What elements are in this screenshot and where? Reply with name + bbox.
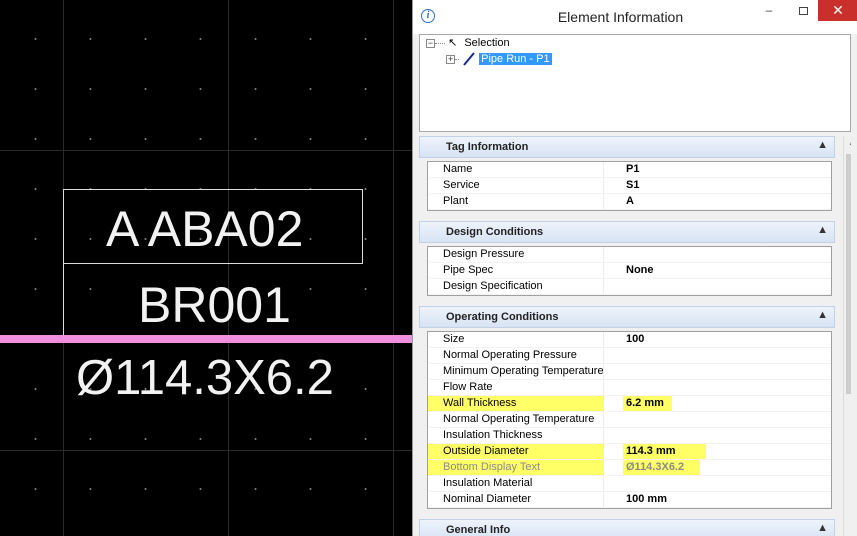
property-name: Wall Thickness — [428, 396, 604, 411]
section-header-general-info[interactable]: General Info ▲ — [419, 519, 835, 536]
property-row[interactable]: Size 100 — [428, 332, 831, 348]
property-row[interactable]: Pipe Spec None — [428, 263, 831, 279]
close-button[interactable]: ✕ — [818, 0, 857, 21]
property-value[interactable] — [623, 380, 626, 395]
property-name: Plant — [428, 194, 604, 209]
tag-information-grid: Name P1 Service S1 Plant A — [427, 161, 832, 211]
section-title: General Info — [446, 524, 511, 536]
cad-viewport[interactable]: A ABA02 BR001 Ø114.3X6.2 — [0, 0, 412, 536]
property-value[interactable] — [623, 279, 626, 294]
property-row[interactable]: Normal Operating Pressure — [428, 348, 831, 364]
property-row[interactable]: Flow Rate — [428, 380, 831, 396]
minimize-icon: – — [765, 3, 773, 17]
property-name: Name — [428, 162, 604, 177]
property-value[interactable] — [623, 476, 626, 491]
section-title: Design Conditions — [446, 226, 544, 238]
tree-node-pipe-run[interactable]: + Pipe Run - P1 — [446, 52, 552, 67]
maximize-icon — [798, 6, 808, 15]
property-row-highlighted[interactable]: Outside Diameter 114.3 mm — [428, 444, 831, 460]
title-bar: i Element Information – ✕ — [413, 0, 857, 34]
design-conditions-grid: Design Pressure Pipe Spec None Design Spe… — [427, 246, 832, 296]
property-value[interactable]: P1 — [623, 162, 639, 177]
property-name: Design Pressure — [428, 247, 604, 262]
property-row-highlighted[interactable]: Wall Thickness 6.2 mm — [428, 396, 831, 412]
section-header-tag-information[interactable]: Tag Information ▲ — [419, 136, 835, 158]
property-name: Design Specification — [428, 279, 604, 294]
property-name: Pipe Spec — [428, 263, 604, 278]
property-value[interactable]: 100 — [623, 332, 644, 347]
property-row[interactable]: Normal Operating Temperature — [428, 412, 831, 428]
cursor-arrow-icon: ↖ — [448, 37, 458, 49]
properties-pane: Tag Information ▲ Name P1 Service S1 Plant… — [419, 136, 851, 536]
element-information-panel: i Element Information – ✕ − ↖ Selection … — [412, 0, 857, 536]
property-name: Insulation Thickness — [428, 428, 604, 443]
section-header-design-conditions[interactable]: Design Conditions ▲ — [419, 221, 835, 243]
close-icon: ✕ — [832, 2, 844, 18]
grid-line — [0, 450, 412, 451]
expand-icon[interactable]: + — [446, 54, 455, 64]
property-row-highlighted[interactable]: Bottom Display Text Ø114.3X6.2 — [428, 460, 831, 476]
property-value[interactable] — [623, 428, 626, 443]
property-row[interactable]: Design Pressure — [428, 247, 831, 263]
tree-node-label: Selection — [464, 37, 510, 49]
property-name: Normal Operating Temperature — [428, 412, 604, 427]
chevron-up-icon[interactable]: ▲ — [817, 224, 828, 236]
property-row[interactable]: Service S1 — [428, 178, 831, 194]
property-row[interactable]: Nominal Diameter 100 mm — [428, 492, 831, 508]
minimize-button[interactable]: – — [752, 0, 786, 21]
tree-connector — [435, 42, 445, 44]
property-name: Size — [428, 332, 604, 347]
tag-text-line-1[interactable]: A ABA02 — [106, 204, 303, 254]
property-value[interactable]: 6.2 mm — [623, 396, 672, 411]
grid-line — [0, 150, 412, 151]
section-title: Tag Information — [446, 141, 529, 153]
property-name: Flow Rate — [428, 380, 604, 395]
property-value[interactable]: None — [623, 263, 654, 278]
scroll-thumb[interactable] — [846, 154, 851, 394]
property-name: Bottom Display Text — [428, 460, 604, 475]
pipe-run-line[interactable] — [0, 335, 412, 343]
pipe-bottom-text[interactable]: Ø114.3X6.2 — [76, 354, 334, 403]
tag-leader-line — [63, 264, 64, 336]
property-row[interactable]: Insulation Material — [428, 476, 831, 492]
property-name: Service — [428, 178, 604, 193]
property-name: Minimum Operating Temperature — [428, 364, 604, 379]
vertical-scrollbar[interactable]: ▲ — [843, 136, 851, 536]
property-row[interactable]: Design Specification — [428, 279, 831, 295]
property-name: Insulation Material — [428, 476, 604, 491]
property-row[interactable]: Insulation Thickness — [428, 428, 831, 444]
property-value[interactable] — [623, 348, 626, 363]
scroll-up-icon[interactable]: ▲ — [848, 138, 851, 147]
property-value[interactable] — [623, 247, 626, 262]
property-name: Nominal Diameter — [428, 492, 604, 507]
chevron-up-icon[interactable]: ▲ — [817, 309, 828, 321]
collapse-icon[interactable]: − — [426, 38, 435, 48]
property-value[interactable]: 114.3 mm — [623, 444, 706, 459]
chevron-up-icon[interactable]: ▲ — [817, 522, 828, 534]
property-name: Normal Operating Pressure — [428, 348, 604, 363]
grid-line — [228, 0, 229, 536]
property-value[interactable]: 100 mm — [623, 492, 667, 507]
tree-node-label: Pipe Run - P1 — [479, 53, 552, 65]
section-header-operating-conditions[interactable]: Operating Conditions ▲ — [419, 306, 835, 328]
pipe-line-icon — [463, 52, 475, 66]
selection-tree: − ↖ Selection + Pipe Run - P1 — [419, 34, 851, 132]
property-value[interactable]: A — [623, 194, 634, 209]
tag-text-line-2[interactable]: BR001 — [138, 280, 291, 330]
grid-line — [393, 0, 394, 536]
property-name: Outside Diameter — [428, 444, 604, 459]
maximize-button[interactable] — [786, 0, 820, 21]
property-row[interactable]: Name P1 — [428, 162, 831, 178]
property-value[interactable] — [623, 412, 626, 427]
chevron-up-icon[interactable]: ▲ — [817, 139, 828, 151]
tree-node-selection[interactable]: − ↖ Selection — [426, 36, 510, 51]
property-row[interactable]: Minimum Operating Temperature — [428, 364, 831, 380]
property-value[interactable]: S1 — [623, 178, 639, 193]
tree-connector — [455, 58, 459, 60]
property-value[interactable] — [623, 364, 626, 379]
section-title: Operating Conditions — [446, 311, 559, 323]
operating-conditions-grid: Size 100 Normal Operating Pressure Minimu… — [427, 331, 832, 509]
property-value: Ø114.3X6.2 — [623, 460, 701, 475]
property-row[interactable]: Plant A — [428, 194, 831, 210]
